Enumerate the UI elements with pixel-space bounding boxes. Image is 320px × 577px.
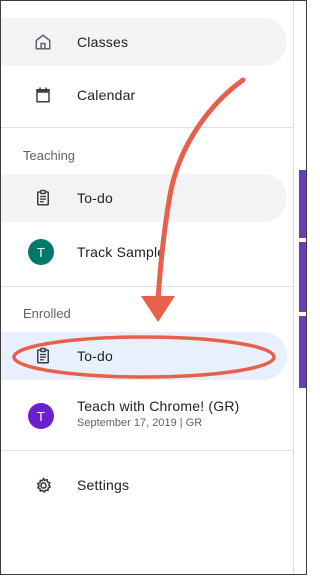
- class-card-edge: [299, 170, 306, 238]
- avatar-letter: T: [28, 403, 54, 429]
- nav-item-enrolled-todo[interactable]: To-do: [1, 332, 287, 380]
- section-heading-enrolled: Enrolled: [23, 306, 71, 321]
- nav-item-label: Classes: [77, 34, 129, 50]
- home-icon: [33, 32, 53, 52]
- nav-item-label: Calendar: [77, 87, 136, 103]
- course-avatar: T: [27, 402, 55, 430]
- calendar-icon: [33, 85, 53, 105]
- course-subtitle: September 17, 2019 | GR: [77, 417, 203, 429]
- course-name: Track Sample: [77, 244, 166, 260]
- nav-item-settings[interactable]: Settings: [1, 461, 287, 509]
- nav-item-teaching-todo[interactable]: To-do: [1, 174, 287, 222]
- divider: [1, 127, 293, 128]
- gear-icon: [33, 475, 53, 495]
- divider: [1, 286, 293, 287]
- course-avatar: T: [27, 238, 55, 266]
- clipboard-icon: [33, 188, 53, 208]
- course-name: Teach with Chrome! (GR): [77, 398, 240, 414]
- clipboard-icon: [33, 346, 53, 366]
- nav-item-classes[interactable]: Classes: [1, 18, 287, 66]
- navigation-drawer: Classes Calendar Teaching To-do T Track …: [1, 1, 294, 574]
- nav-item-label: To-do: [77, 190, 114, 206]
- section-heading-teaching: Teaching: [23, 148, 76, 163]
- nav-item-course-track-sample[interactable]: T Track Sample: [1, 228, 287, 276]
- nav-item-label: To-do: [77, 348, 114, 364]
- nav-item-calendar[interactable]: Calendar: [1, 71, 287, 119]
- class-card-edge: [299, 242, 306, 312]
- class-card-edge: [299, 316, 306, 388]
- avatar-letter: T: [28, 239, 54, 265]
- divider: [1, 450, 293, 451]
- nav-item-label: Settings: [77, 477, 130, 493]
- nav-item-course-teach-with-chrome[interactable]: T Teach with Chrome! (GR) September 17, …: [1, 389, 287, 443]
